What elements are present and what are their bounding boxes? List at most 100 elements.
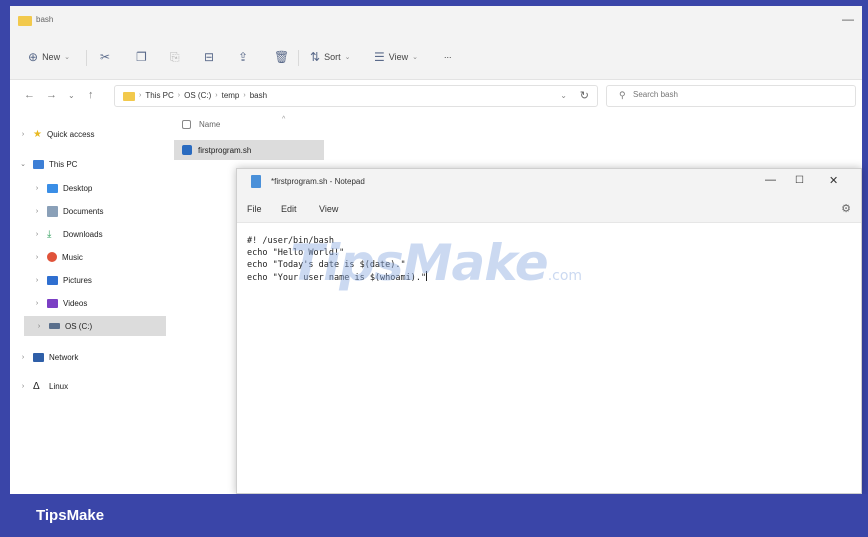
list-view-icon: ☰ bbox=[374, 50, 385, 64]
search-box[interactable]: ⚲ bbox=[606, 85, 856, 107]
sidebar-item-label: OS (C:) bbox=[65, 321, 93, 331]
breadcrumb-os-c[interactable]: OS (C:) bbox=[184, 91, 211, 100]
refresh-icon[interactable]: ↻ bbox=[580, 89, 589, 102]
more-options-button[interactable]: ... bbox=[444, 50, 452, 60]
cut-button[interactable]: ✂ bbox=[100, 50, 110, 64]
close-button[interactable]: ✕ bbox=[829, 174, 838, 187]
sidebar-item-desktop[interactable]: › Desktop bbox=[32, 178, 180, 198]
chevron-down-icon[interactable]: ⌄ bbox=[560, 91, 567, 100]
sort-up-icon: ^ bbox=[282, 116, 286, 123]
menu-file[interactable]: File bbox=[247, 204, 262, 214]
rename-button[interactable]: ⊟ bbox=[204, 50, 214, 64]
sidebar-item-os-c[interactable]: › OS (C:) bbox=[24, 316, 166, 336]
more-label: ... bbox=[444, 50, 452, 60]
up-arrow-icon[interactable]: ↑ bbox=[88, 89, 94, 101]
chevron-down-icon: ⌄ bbox=[64, 54, 70, 61]
sidebar-item-this-pc[interactable]: ⌄ This PC bbox=[18, 154, 166, 174]
notepad-menubar: File Edit View ⚙ bbox=[237, 195, 861, 223]
file-icon bbox=[182, 145, 192, 155]
minimize-button[interactable]: — bbox=[765, 174, 776, 186]
share-button[interactable]: ⇪ bbox=[238, 50, 248, 64]
view-label: View bbox=[388, 52, 409, 62]
chevron-down-icon: ⌄ bbox=[412, 54, 418, 61]
file-name: firstprogram.sh bbox=[198, 145, 252, 155]
notepad-window: *firstprogram.sh - Notepad — ☐ ✕ File Ed… bbox=[236, 168, 862, 494]
new-label: New bbox=[42, 52, 61, 62]
menu-edit[interactable]: Edit bbox=[281, 204, 297, 214]
sort-label: Sort bbox=[324, 52, 341, 62]
column-header-label: Name bbox=[199, 120, 221, 129]
search-input[interactable] bbox=[633, 90, 833, 99]
paste-button[interactable]: ⎘ bbox=[170, 50, 180, 65]
sort-icon: ⇅ bbox=[310, 50, 321, 64]
minimize-button[interactable]: — bbox=[842, 12, 854, 26]
delete-button[interactable]: 🗑 bbox=[274, 50, 289, 64]
sidebar-item-network[interactable]: › Network bbox=[18, 347, 166, 367]
sidebar-item-label: Pictures bbox=[63, 275, 92, 285]
videos-icon bbox=[47, 298, 58, 308]
recent-chevron-icon[interactable]: ⌄ bbox=[68, 91, 75, 100]
breadcrumb-temp[interactable]: temp bbox=[222, 91, 240, 100]
sidebar-item-label: Linux bbox=[49, 381, 69, 391]
sidebar-item-label: Documents bbox=[63, 206, 104, 216]
drive-icon bbox=[49, 323, 60, 329]
explorer-title: bash bbox=[36, 15, 54, 24]
select-all-checkbox[interactable] bbox=[182, 120, 191, 129]
sidebar-item-label: This PC bbox=[49, 159, 78, 169]
trash-icon: 🗑 bbox=[274, 50, 290, 64]
sort-button[interactable]: ⇅ Sort ⌄ bbox=[310, 50, 350, 64]
watermark-text: TipsMake bbox=[290, 234, 549, 292]
documents-icon bbox=[47, 205, 58, 217]
address-row: ← → ⌄ ↑ › This PC › OS (C:) › temp › bas… bbox=[10, 80, 862, 112]
sidebar-item-pictures[interactable]: › Pictures bbox=[32, 270, 180, 290]
sidebar-item-music[interactable]: › Music bbox=[32, 247, 180, 267]
chevron-down-icon: ⌄ bbox=[344, 54, 351, 61]
notepad-title: *firstprogram.sh - Notepad bbox=[271, 177, 365, 186]
explorer-toolbar: ⊕ New ⌄ ✂ ❐ ⎘ ⊟ ⇪ 🗑 ⇅ Sort ⌄ ☰ View ⌄ ..… bbox=[10, 36, 862, 80]
sidebar-item-videos[interactable]: › Videos bbox=[32, 293, 180, 313]
breadcrumb-bash[interactable]: bash bbox=[250, 91, 267, 100]
chevron-right-icon: › bbox=[21, 382, 25, 390]
sidebar-item-downloads[interactable]: › ⤓ Downloads bbox=[32, 224, 180, 244]
sidebar-item-quick-access[interactable]: › ★ Quick access bbox=[18, 124, 166, 144]
watermark: TipsMake.com bbox=[290, 234, 582, 292]
breadcrumb-this-pc[interactable]: This PC bbox=[145, 91, 173, 100]
gear-icon[interactable]: ⚙ bbox=[841, 202, 851, 215]
explorer-titlebar: bash — bbox=[10, 6, 862, 36]
chevron-right-icon: › bbox=[35, 276, 39, 284]
column-header-name[interactable]: Name bbox=[182, 120, 220, 129]
maximize-button[interactable]: ☐ bbox=[795, 175, 804, 186]
chevron-right-icon: › bbox=[21, 353, 25, 361]
folder-icon bbox=[123, 92, 135, 101]
chevron-down-icon: ⌄ bbox=[20, 161, 26, 168]
sidebar-item-documents[interactable]: › Documents bbox=[32, 201, 180, 221]
scissors-icon: ✂ bbox=[100, 50, 111, 64]
star-icon: ★ bbox=[33, 128, 42, 140]
sidebar-item-label: Desktop bbox=[63, 183, 93, 193]
back-arrow-icon[interactable]: ← bbox=[24, 89, 35, 101]
menu-view[interactable]: View bbox=[319, 204, 338, 214]
rename-icon: ⊟ bbox=[204, 50, 215, 64]
chevron-right-icon: › bbox=[21, 130, 25, 138]
sidebar-item-label: Downloads bbox=[63, 229, 103, 239]
sidebar-item-label: Music bbox=[62, 252, 83, 262]
forward-arrow-icon[interactable]: → bbox=[46, 89, 57, 101]
copy-button[interactable]: ❐ bbox=[136, 50, 147, 64]
footer-bar: TipsMake bbox=[0, 494, 868, 537]
footer-brand: TipsMake bbox=[36, 507, 105, 524]
new-button[interactable]: ⊕ New ⌄ bbox=[28, 50, 70, 64]
search-icon: ⚲ bbox=[619, 90, 626, 100]
pictures-icon bbox=[47, 275, 58, 285]
sidebar-item-label: Videos bbox=[63, 298, 88, 308]
chevron-right-icon: › bbox=[35, 299, 39, 307]
sidebar-item-label: Network bbox=[49, 352, 79, 362]
view-button[interactable]: ☰ View ⌄ bbox=[374, 50, 418, 64]
notepad-icon bbox=[251, 175, 261, 188]
sidebar-item-linux[interactable]: › Δ Linux bbox=[18, 376, 166, 396]
navigation-pane: › ★ Quick access ⌄ This PC › Desktop › D… bbox=[10, 114, 166, 494]
network-icon bbox=[33, 352, 44, 362]
address-bar[interactable]: › This PC › OS (C:) › temp › bash ⌄ ↻ bbox=[114, 85, 598, 107]
chevron-right-icon: › bbox=[35, 207, 39, 215]
download-icon: ⤓ bbox=[47, 228, 52, 240]
file-row[interactable]: firstprogram.sh bbox=[174, 140, 324, 160]
